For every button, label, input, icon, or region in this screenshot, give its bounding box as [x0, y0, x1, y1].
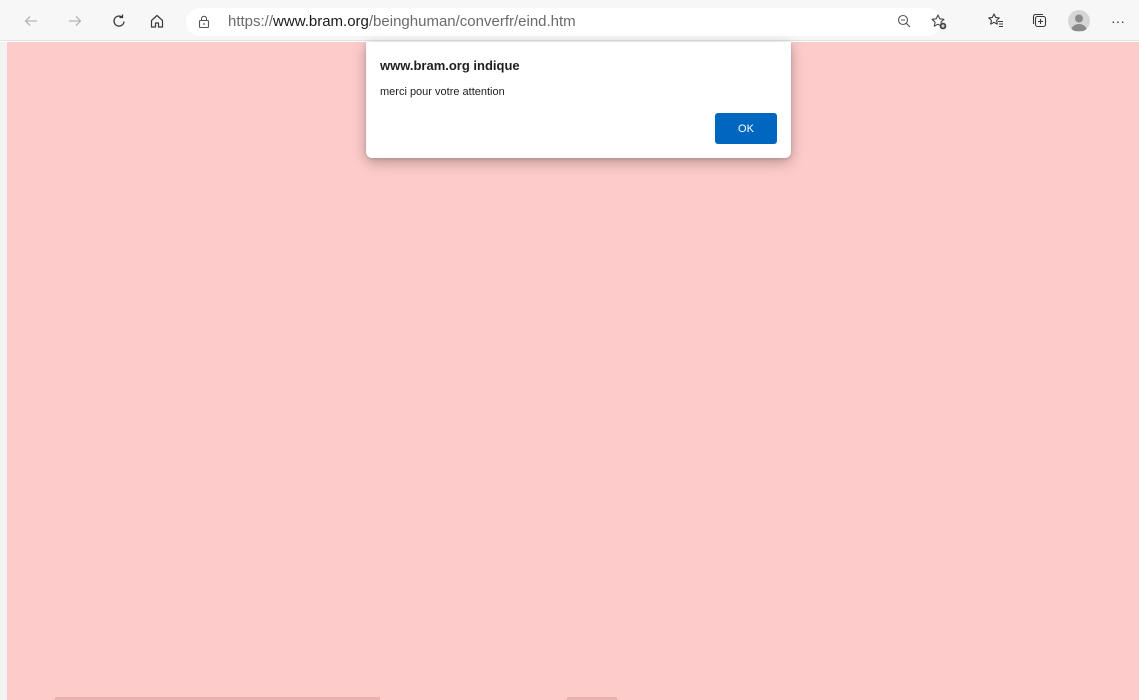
address-bar[interactable]: https://www.bram.org/beinghuman/converfr…: [186, 8, 947, 36]
url-text[interactable]: https://www.bram.org/beinghuman/converfr…: [228, 13, 576, 30]
more-button[interactable]: ···: [1105, 8, 1131, 34]
refresh-icon: [111, 13, 127, 29]
refresh-button[interactable]: [106, 8, 132, 34]
favorites-button[interactable]: [983, 8, 1009, 34]
url-path: /beinghuman/converfr/eind.htm: [368, 13, 576, 30]
url-host: www.bram.org: [273, 13, 369, 30]
alert-dialog: www.bram.org indique merci pour votre at…: [366, 42, 791, 158]
url-scheme: https://: [228, 13, 274, 30]
lock-icon[interactable]: [196, 14, 212, 30]
add-favorite-icon[interactable]: [930, 13, 948, 36]
ok-button[interactable]: OK: [715, 113, 777, 144]
profile-icon: [1068, 14, 1090, 32]
forward-button[interactable]: [62, 8, 88, 34]
zoom-out-icon[interactable]: [896, 13, 912, 34]
more-icon: ···: [1111, 13, 1125, 29]
back-button[interactable]: [18, 8, 44, 34]
forward-icon: [67, 13, 83, 29]
browser-toolbar: https://www.bram.org/beinghuman/converfr…: [0, 0, 1139, 41]
dialog-message: merci pour votre attention: [380, 86, 505, 98]
page-left-edge: [0, 42, 7, 700]
back-icon: [23, 13, 39, 29]
dialog-title: www.bram.org indique: [380, 58, 520, 73]
home-icon: [149, 13, 165, 29]
home-button[interactable]: [144, 8, 170, 34]
collections-icon: [1031, 12, 1049, 30]
collections-button[interactable]: [1027, 8, 1053, 34]
favorites-icon: [987, 12, 1005, 30]
profile-button[interactable]: [1068, 10, 1090, 32]
